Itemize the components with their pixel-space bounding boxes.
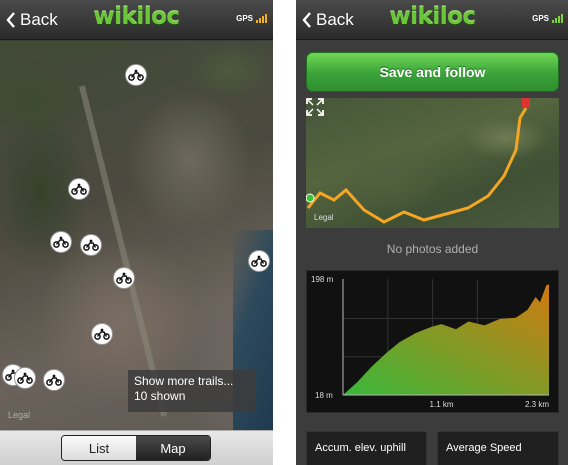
show-more-trails-label: Show more trails... [134, 374, 234, 388]
trail-poi-marker[interactable] [113, 267, 135, 289]
trail-detail-screen: Back wikiloc GPS Save and follow Legal N… [296, 0, 568, 465]
trail-poi-marker[interactable] [91, 323, 113, 345]
nav-bar: Back wikiloc GPS [296, 0, 568, 40]
gps-signal-icon [551, 14, 563, 23]
trail-poi-marker[interactable] [125, 64, 147, 86]
gps-signal-icon [255, 14, 267, 23]
trail-poi-marker[interactable] [14, 367, 36, 389]
motorbike-icon [46, 374, 62, 386]
elevation-area [343, 284, 549, 395]
view-segmented-control: List Map [61, 435, 211, 461]
satellite-map[interactable]: Legal Show more trails... 10 shown [0, 41, 273, 430]
trail-map[interactable]: Legal [306, 98, 559, 228]
motorbike-icon [83, 239, 99, 251]
average-speed-card: Average Speed [437, 431, 559, 465]
save-and-follow-button[interactable]: Save and follow [306, 52, 559, 92]
trail-poi-marker[interactable] [50, 231, 72, 253]
motorbike-icon [94, 328, 110, 340]
tab-map[interactable]: Map [136, 436, 210, 460]
trail-start-marker [306, 193, 315, 203]
trail-poi-marker[interactable] [80, 234, 102, 256]
accum-elev-uphill-card: Accum. elev. uphill [306, 431, 427, 465]
show-more-trails-button[interactable]: Show more trails... 10 shown [128, 370, 255, 412]
map-screen: Back wikiloc GPS Legal Show more trails.… [0, 0, 273, 465]
motorbike-icon [128, 69, 144, 81]
no-photos-label: No photos added [386, 242, 479, 256]
x-tick-label: 1.1 km [429, 400, 454, 409]
elevation-chart-svg [342, 279, 549, 396]
wikiloc-logo: wikiloc [93, 4, 180, 30]
motorbike-icon [71, 183, 87, 195]
gps-indicator: GPS [532, 14, 563, 23]
elevation-profile-chart: 198 m 18 m 1.1 km 2.3 km [306, 270, 559, 413]
trail-poi-marker[interactable] [68, 178, 90, 200]
wikiloc-logo: wikiloc [389, 4, 476, 30]
accum-elev-label: Accum. elev. uphill [315, 442, 406, 454]
gps-label: GPS [532, 14, 549, 23]
map-legal-link[interactable]: Legal [8, 410, 30, 420]
motorbike-icon [17, 372, 33, 384]
x-tick-label: 2.3 km [525, 400, 550, 409]
trail-poi-marker[interactable] [248, 250, 270, 272]
gps-label: GPS [236, 14, 253, 23]
tab-list[interactable]: List [62, 436, 136, 460]
y-tick-label: 18 m [315, 391, 333, 400]
nav-bar: Back wikiloc GPS [0, 0, 273, 40]
gps-indicator: GPS [236, 14, 267, 23]
motorbike-icon [53, 236, 69, 248]
bottom-toolbar: List Map [0, 430, 273, 465]
trail-end-marker [522, 98, 530, 108]
expand-icon[interactable] [306, 98, 324, 116]
trail-route [306, 98, 530, 224]
motorbike-icon [251, 255, 267, 267]
trail-poi-marker[interactable] [43, 369, 65, 391]
y-tick-label: 198 m [311, 275, 334, 284]
motorbike-icon [116, 272, 132, 284]
average-speed-label: Average Speed [446, 442, 522, 454]
trails-shown-count: 10 shown [134, 389, 186, 403]
trail-route-line [306, 107, 528, 224]
map-legal-link[interactable]: Legal [314, 213, 334, 222]
